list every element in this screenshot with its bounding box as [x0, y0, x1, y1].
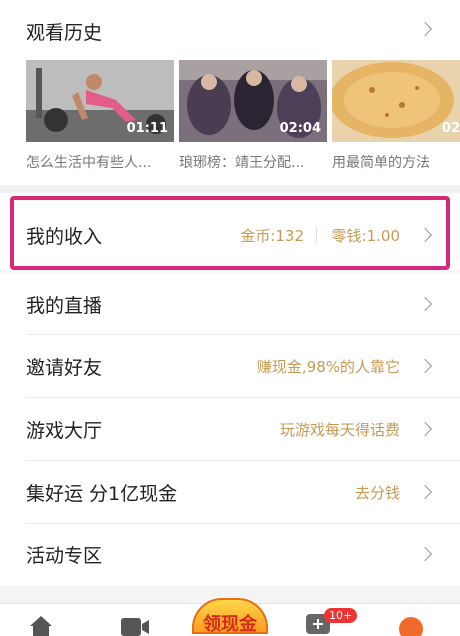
menu-item-lucky[interactable]: 集好运 分1亿现金 去分钱 — [0, 461, 460, 523]
claim-cash-label: 领现金 — [203, 614, 257, 635]
menu-item-hint: 赚现金,98%的人靠它 — [256, 357, 400, 376]
pancake-image — [332, 60, 460, 142]
home-icon[interactable] — [28, 614, 54, 636]
menu-item-label: 我的直播 — [26, 294, 103, 317]
menu-item-hint: 去分钱 — [354, 483, 400, 502]
menu-item-label: 活动专区 — [26, 544, 103, 567]
history-video-thumbnail[interactable]: 02 — [332, 60, 460, 142]
menu-item-label: 邀请好友 — [26, 356, 103, 379]
notification-badge: 10+ — [324, 608, 358, 623]
menu-item-live[interactable]: 我的直播 — [0, 274, 460, 334]
chevron-right-icon — [417, 546, 433, 562]
video-duration: 02 — [441, 121, 460, 136]
menu-item-label: 游戏大厅 — [26, 419, 103, 442]
income-highlight-box — [10, 196, 450, 270]
menu-item-invite[interactable]: 邀请好友 赚现金,98%的人靠它 — [0, 335, 460, 397]
history-video-thumbnail[interactable]: 01:11 — [26, 60, 174, 142]
history-video-caption: 怎么生活中有些人... — [26, 155, 152, 171]
video-duration: 01:11 — [126, 121, 168, 136]
chevron-right-icon — [417, 358, 433, 374]
chevron-right-icon[interactable] — [417, 21, 433, 37]
history-video-thumbnail[interactable]: 02:04 — [179, 60, 327, 142]
history-video-caption: 用最简单的方法 — [332, 155, 430, 171]
profile-icon[interactable] — [398, 616, 424, 636]
chevron-right-icon — [417, 421, 433, 437]
chevron-right-icon — [417, 296, 433, 312]
history-video-caption: 琅琊榜：靖王分配... — [179, 155, 305, 171]
section-divider — [0, 185, 460, 193]
watch-history-section: 观看历史 01:11 02:04 02 怎么生活中有些人... 琅琊榜：靖王分配… — [0, 0, 460, 185]
claim-cash-button[interactable]: 领现金 — [192, 598, 268, 635]
menu-item-hint: 玩游戏每天得话费 — [279, 420, 400, 439]
video-duration: 02:04 — [279, 121, 321, 136]
chevron-right-icon — [417, 484, 433, 500]
video-icon[interactable] — [120, 616, 150, 636]
menu-item-events[interactable]: 活动专区 — [0, 524, 460, 584]
menu-item-label: 集好运 分1亿现金 — [26, 482, 178, 505]
menu-item-game-hall[interactable]: 游戏大厅 玩游戏每天得话费 — [0, 398, 460, 460]
watch-history-title: 观看历史 — [26, 22, 103, 44]
bottom-tab-bar: 领现金 — [0, 598, 460, 636]
